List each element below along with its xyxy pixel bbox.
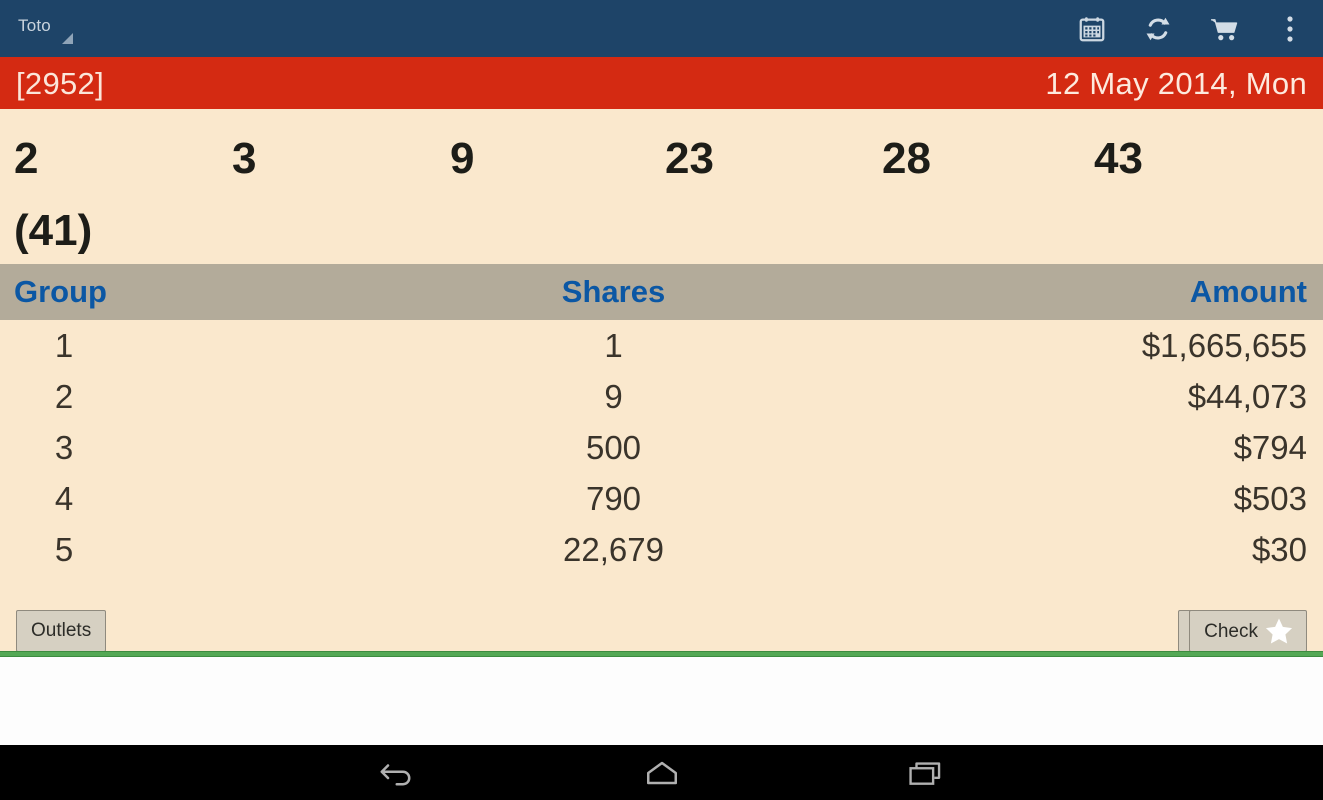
back-icon[interactable] [332, 745, 464, 800]
table-row[interactable]: 1 1 $1,665,655 [0, 320, 1323, 371]
table-row[interactable]: 4 790 $503 [0, 473, 1323, 524]
cell-shares: 22,679 [563, 531, 664, 568]
cell-amount: $1,665,655 [1141, 327, 1307, 364]
app-root: Toto [2952] 12 May 2014, Mon 2 3 9 23 28… [0, 0, 1323, 800]
calendar-icon[interactable] [1059, 0, 1125, 57]
outlets-button-label: Outlets [31, 620, 92, 641]
draw-bar: [2952] 12 May 2014, Mon [0, 57, 1323, 109]
prize-table-header: Group Shares Amount [0, 264, 1323, 320]
winning-numbers-row: 2 3 9 23 28 43 [0, 127, 1323, 191]
app-spinner-toto[interactable]: Toto [14, 12, 81, 46]
cell-shares: 500 [585, 429, 642, 466]
home-icon[interactable] [596, 745, 728, 800]
column-header-amount: Amount [1189, 274, 1307, 309]
winning-number-2: 3 [232, 134, 257, 183]
refresh-icon[interactable] [1125, 0, 1191, 57]
draw-date: 12 May 2014, Mon [1045, 65, 1307, 101]
cell-shares: 1 [604, 327, 623, 364]
cell-amount: $503 [1233, 480, 1307, 517]
additional-number-row: (41) [14, 199, 92, 263]
table-row[interactable]: 3 500 $794 [0, 422, 1323, 473]
overflow-menu-icon[interactable] [1257, 0, 1323, 57]
bottom-button-bar: Outlets Check [0, 608, 1323, 654]
column-header-shares: Shares [561, 274, 666, 309]
winning-number-4: 23 [665, 134, 714, 183]
star-icon [1265, 618, 1293, 644]
additional-number: (41) [14, 206, 93, 255]
cell-shares: 9 [604, 378, 623, 415]
winning-numbers-panel: 2 3 9 23 28 43 (41) [0, 109, 1323, 264]
table-row[interactable]: 5 22,679 $30 [0, 524, 1323, 575]
spinner-label: Toto [18, 15, 51, 35]
action-bar-icons [1059, 0, 1323, 57]
winning-number-6: 43 [1094, 134, 1143, 183]
check-button[interactable]: Check [1189, 610, 1307, 652]
spinner-caret-icon [61, 32, 73, 44]
cell-shares: 790 [585, 480, 642, 517]
winning-number-5: 28 [882, 134, 931, 183]
outlets-button[interactable]: Outlets [16, 610, 107, 652]
android-navigation-bar [0, 745, 1323, 800]
blank-content-area [0, 657, 1323, 745]
check-button-label: Check [1204, 620, 1258, 642]
winning-number-1: 2 [14, 134, 39, 183]
cart-icon[interactable] [1191, 0, 1257, 57]
prize-table-body[interactable]: 1 1 $1,665,655 2 9 $44,073 3 500 $794 4 … [0, 320, 1323, 612]
cell-amount: $794 [1233, 429, 1307, 466]
cell-amount: $44,073 [1187, 378, 1307, 415]
action-bar: Toto [0, 0, 1323, 57]
table-row[interactable]: 2 9 $44,073 [0, 371, 1323, 422]
cell-amount: $30 [1251, 531, 1307, 568]
draw-id: [2952] [16, 65, 104, 101]
recents-icon[interactable] [860, 745, 992, 800]
winning-number-3: 9 [450, 134, 475, 183]
